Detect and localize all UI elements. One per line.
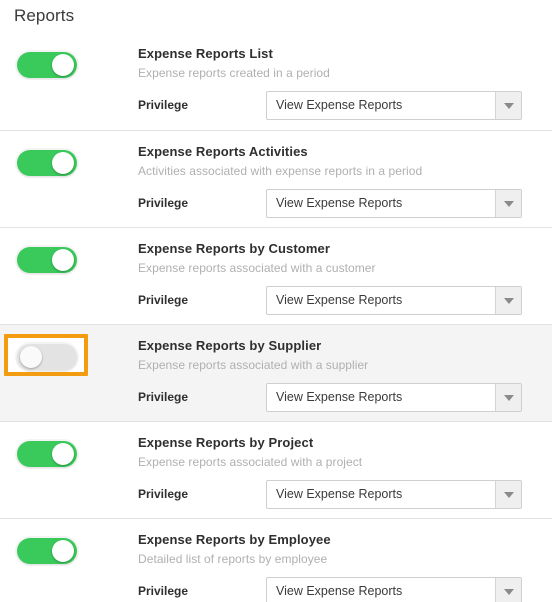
chevron-down-icon [503, 588, 514, 595]
privilege-select[interactable]: View Expense Reports [266, 577, 522, 602]
toggle-knob-icon [52, 443, 74, 465]
permission-description: Expense reports associated with a custom… [138, 261, 376, 275]
privilege-row: Privilege View Expense Reports [138, 189, 552, 219]
page-title: Reports [14, 6, 75, 25]
permission-title: Expense Reports by Project [138, 435, 314, 450]
privilege-select-button[interactable] [495, 92, 521, 119]
privilege-select[interactable]: View Expense Reports [266, 286, 522, 315]
toggle-focus-ring [4, 42, 88, 84]
privilege-select-button[interactable] [495, 190, 521, 217]
permission-description: Expense reports created in a period [138, 66, 330, 80]
toggle-knob-icon [52, 540, 74, 562]
toggle-cell [0, 333, 120, 379]
privilege-label: Privilege [138, 98, 189, 112]
privilege-select-value: View Expense Reports [276, 293, 403, 307]
permission-title: Expense Reports List [138, 46, 273, 61]
permission-title: Expense Reports by Employee [138, 532, 331, 547]
permission-rows-list: Expense Reports List Expense reports cre… [0, 33, 552, 602]
privilege-select[interactable]: View Expense Reports [266, 480, 522, 509]
chevron-down-icon [503, 394, 514, 401]
toggle-knob-icon [52, 152, 74, 174]
permission-info: Expense Reports by Employee Detailed lis… [138, 531, 542, 567]
reports-permissions-panel: Reports Expense Reports List Expense rep… [0, 0, 552, 602]
toggle-cell [0, 139, 120, 185]
toggle-cell [0, 430, 120, 476]
toggle-focus-ring [4, 528, 88, 570]
privilege-select[interactable]: View Expense Reports [266, 189, 522, 218]
toggle-focus-ring [4, 334, 88, 376]
privilege-select-button[interactable] [495, 481, 521, 508]
privilege-row: Privilege View Expense Reports [138, 286, 552, 316]
chevron-down-icon [503, 102, 514, 109]
privilege-row: Privilege View Expense Reports [138, 577, 552, 602]
privilege-select[interactable]: View Expense Reports [266, 91, 522, 120]
toggle-focus-ring [4, 431, 88, 473]
permission-row-2: Expense Reports Activities Activities as… [0, 130, 552, 227]
privilege-row: Privilege View Expense Reports [138, 480, 552, 510]
enable-toggle-1[interactable] [17, 52, 77, 78]
privilege-label: Privilege [138, 293, 189, 307]
privilege-label: Privilege [138, 584, 189, 598]
privilege-select-value: View Expense Reports [276, 196, 403, 210]
privilege-label: Privilege [138, 196, 189, 210]
enable-toggle-4[interactable] [17, 344, 77, 370]
toggle-cell [0, 41, 120, 87]
permission-info: Expense Reports Activities Activities as… [138, 143, 542, 179]
privilege-row: Privilege View Expense Reports [138, 91, 552, 121]
privilege-select-button[interactable] [495, 384, 521, 411]
chevron-down-icon [503, 491, 514, 498]
toggle-knob-icon [52, 54, 74, 76]
enable-toggle-6[interactable] [17, 538, 77, 564]
privilege-select-value: View Expense Reports [276, 487, 403, 501]
chevron-down-icon [503, 200, 514, 207]
enable-toggle-3[interactable] [17, 247, 77, 273]
privilege-select-button[interactable] [495, 287, 521, 314]
permission-row-5: Expense Reports by Project Expense repor… [0, 421, 552, 518]
privilege-select[interactable]: View Expense Reports [266, 383, 522, 412]
privilege-select-value: View Expense Reports [276, 584, 403, 598]
chevron-down-icon [503, 297, 514, 304]
privilege-label: Privilege [138, 390, 189, 404]
permission-info: Expense Reports by Project Expense repor… [138, 434, 542, 470]
permission-title: Expense Reports by Supplier [138, 338, 322, 353]
privilege-row: Privilege View Expense Reports [138, 383, 552, 413]
permission-row-4: Expense Reports by Supplier Expense repo… [0, 324, 552, 421]
permission-info: Expense Reports by Supplier Expense repo… [138, 337, 542, 373]
toggle-focus-ring [4, 140, 88, 182]
permission-info: Expense Reports List Expense reports cre… [138, 45, 542, 81]
toggle-knob-icon [52, 249, 74, 271]
permission-row-3: Expense Reports by Customer Expense repo… [0, 227, 552, 324]
privilege-label: Privilege [138, 487, 189, 501]
toggle-cell [0, 236, 120, 282]
enable-toggle-2[interactable] [17, 150, 77, 176]
permission-title: Expense Reports by Customer [138, 241, 330, 256]
privilege-select-value: View Expense Reports [276, 390, 403, 404]
privilege-select-button[interactable] [495, 578, 521, 602]
permission-description: Expense reports associated with a suppli… [138, 358, 369, 372]
toggle-knob-icon [20, 346, 42, 368]
toggle-focus-ring [4, 237, 88, 279]
permission-row-1: Expense Reports List Expense reports cre… [0, 33, 552, 130]
permission-row-6: Expense Reports by Employee Detailed lis… [0, 518, 552, 602]
permission-description: Activities associated with expense repor… [138, 164, 423, 178]
enable-toggle-5[interactable] [17, 441, 77, 467]
permission-description: Detailed list of reports by employee [138, 552, 328, 566]
permission-info: Expense Reports by Customer Expense repo… [138, 240, 542, 276]
toggle-cell [0, 527, 120, 573]
permission-title: Expense Reports Activities [138, 144, 308, 159]
permission-description: Expense reports associated with a projec… [138, 455, 363, 469]
privilege-select-value: View Expense Reports [276, 98, 403, 112]
